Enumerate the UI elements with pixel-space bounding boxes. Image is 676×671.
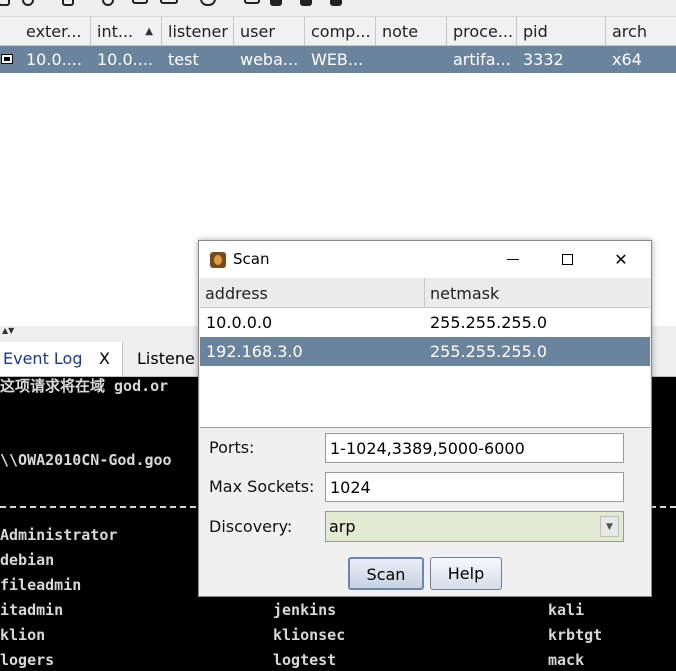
beacon-table-header: exter... int... ▲ listener user comp... … — [0, 16, 676, 46]
cell-process: artifa... — [453, 50, 511, 69]
column-header-note[interactable]: note — [376, 17, 447, 46]
console-user-entry: jenkins — [273, 601, 337, 619]
dialog-titlebar[interactable]: Scan ✕ — [199, 241, 651, 278]
cell-note — [378, 46, 447, 73]
console-user-entry: krbtgt — [548, 626, 603, 644]
column-header-address[interactable]: address — [200, 278, 425, 307]
minimize-button[interactable] — [491, 241, 537, 278]
chevron-down-icon[interactable]: ▼ — [600, 516, 619, 537]
minimize-icon — [507, 259, 519, 260]
cell-netmask: 255.255.255.0 — [430, 313, 548, 332]
session-table-icon[interactable] — [132, 0, 148, 4]
key-icon[interactable] — [330, 0, 342, 6]
console-line: debian — [0, 551, 55, 569]
maximize-button[interactable] — [545, 241, 591, 278]
column-header-pid[interactable]: pid — [517, 17, 606, 46]
console-user-entry: mack — [548, 651, 585, 669]
headphones-icon[interactable] — [22, 0, 34, 6]
tab-close-button[interactable]: X — [99, 342, 110, 376]
download-icon[interactable] — [300, 0, 312, 6]
cell-listener: test — [168, 50, 199, 69]
column-header-netmask[interactable]: netmask — [425, 278, 650, 307]
cell-external: 10.0.... — [26, 50, 82, 69]
column-header-process[interactable]: proce... — [447, 17, 517, 46]
ports-input[interactable] — [325, 433, 624, 463]
pivot-graph-icon[interactable] — [102, 0, 114, 6]
maximize-icon — [562, 254, 573, 265]
targets-icon[interactable] — [62, 0, 74, 6]
scan-button[interactable]: Scan — [348, 557, 424, 590]
discovery-label: Discovery: — [209, 517, 293, 536]
column-header-arch[interactable]: arch — [606, 17, 676, 46]
cell-pid: 3332 — [523, 50, 564, 69]
ports-label: Ports: — [209, 438, 255, 457]
scan-dialog: Scan ✕ address netmask 10.0.0.0 255.255.… — [198, 240, 652, 597]
column-header-internal[interactable]: int... ▲ — [91, 17, 162, 46]
dialog-title: Scan — [233, 250, 270, 268]
column-header-listener[interactable]: listener — [162, 17, 234, 46]
cell-computer: WEB... — [311, 50, 364, 69]
cell-address: 10.0.0.0 — [206, 313, 273, 332]
help-button[interactable]: Help — [430, 557, 502, 590]
discovery-select[interactable]: arp ▼ — [325, 511, 624, 542]
cell-address: 192.168.3.0 — [206, 342, 303, 361]
discovery-selected-value: arp — [329, 517, 356, 536]
web-globe-icon[interactable] — [200, 0, 216, 6]
console-line: 这项请求将在域 god.or — [0, 377, 169, 395]
cell-internal: 10.0.... — [97, 50, 153, 69]
console-line: fileadmin — [0, 576, 82, 594]
max-sockets-label: Max Sockets: — [209, 477, 315, 496]
console-line: Administrator — [0, 526, 118, 544]
settings-icon[interactable] — [270, 0, 282, 6]
tab-label: Listene — [137, 349, 195, 368]
disconnect-icon[interactable] — [0, 0, 10, 6]
cell-netmask: 255.255.255.0 — [430, 342, 548, 361]
console-user-entry: itadmin — [0, 601, 64, 619]
console-user-entry: logtest — [273, 651, 337, 669]
console-user-entry: klionsec — [273, 626, 346, 644]
beacon-computer-icon — [1, 54, 13, 64]
close-icon: ✕ — [614, 250, 628, 269]
table-row[interactable]: 10.0.0.0 255.255.255.0 — [200, 308, 650, 337]
console-line: \\OWA2010CN-God.goo — [0, 451, 172, 469]
network-table-header: address netmask — [200, 278, 650, 308]
console-user-entry: kali — [548, 601, 585, 619]
table-row[interactable]: 10.0.... 10.0.... test weba... WEB... ar… — [0, 46, 676, 73]
table-row-selected[interactable]: 192.168.3.0 255.255.255.0 — [200, 337, 650, 366]
targets-table-icon[interactable] — [160, 0, 178, 4]
cell-arch: x64 — [612, 50, 642, 69]
collapse-arrows-icon[interactable]: ▲▼ — [2, 326, 14, 335]
column-header-computer[interactable]: comp... — [305, 17, 376, 46]
main-toolbar — [0, 0, 676, 16]
console-user-entry: logers — [0, 651, 55, 669]
max-sockets-input[interactable] — [325, 472, 624, 502]
tab-event-log[interactable]: Event Log X — [0, 342, 123, 376]
sort-ascending-icon: ▲ — [145, 26, 153, 37]
close-button[interactable]: ✕ — [598, 241, 644, 278]
cobalt-strike-app-icon — [210, 252, 226, 268]
console-user-entry: klion — [0, 626, 46, 644]
cell-user: weba... — [240, 50, 299, 69]
column-header-user[interactable]: user — [234, 17, 305, 46]
network-table: address netmask 10.0.0.0 255.255.255.0 1… — [200, 278, 650, 428]
column-header-external[interactable]: exter... — [0, 17, 91, 46]
list-icon[interactable] — [244, 0, 260, 4]
tab-label: Event Log — [3, 349, 83, 368]
